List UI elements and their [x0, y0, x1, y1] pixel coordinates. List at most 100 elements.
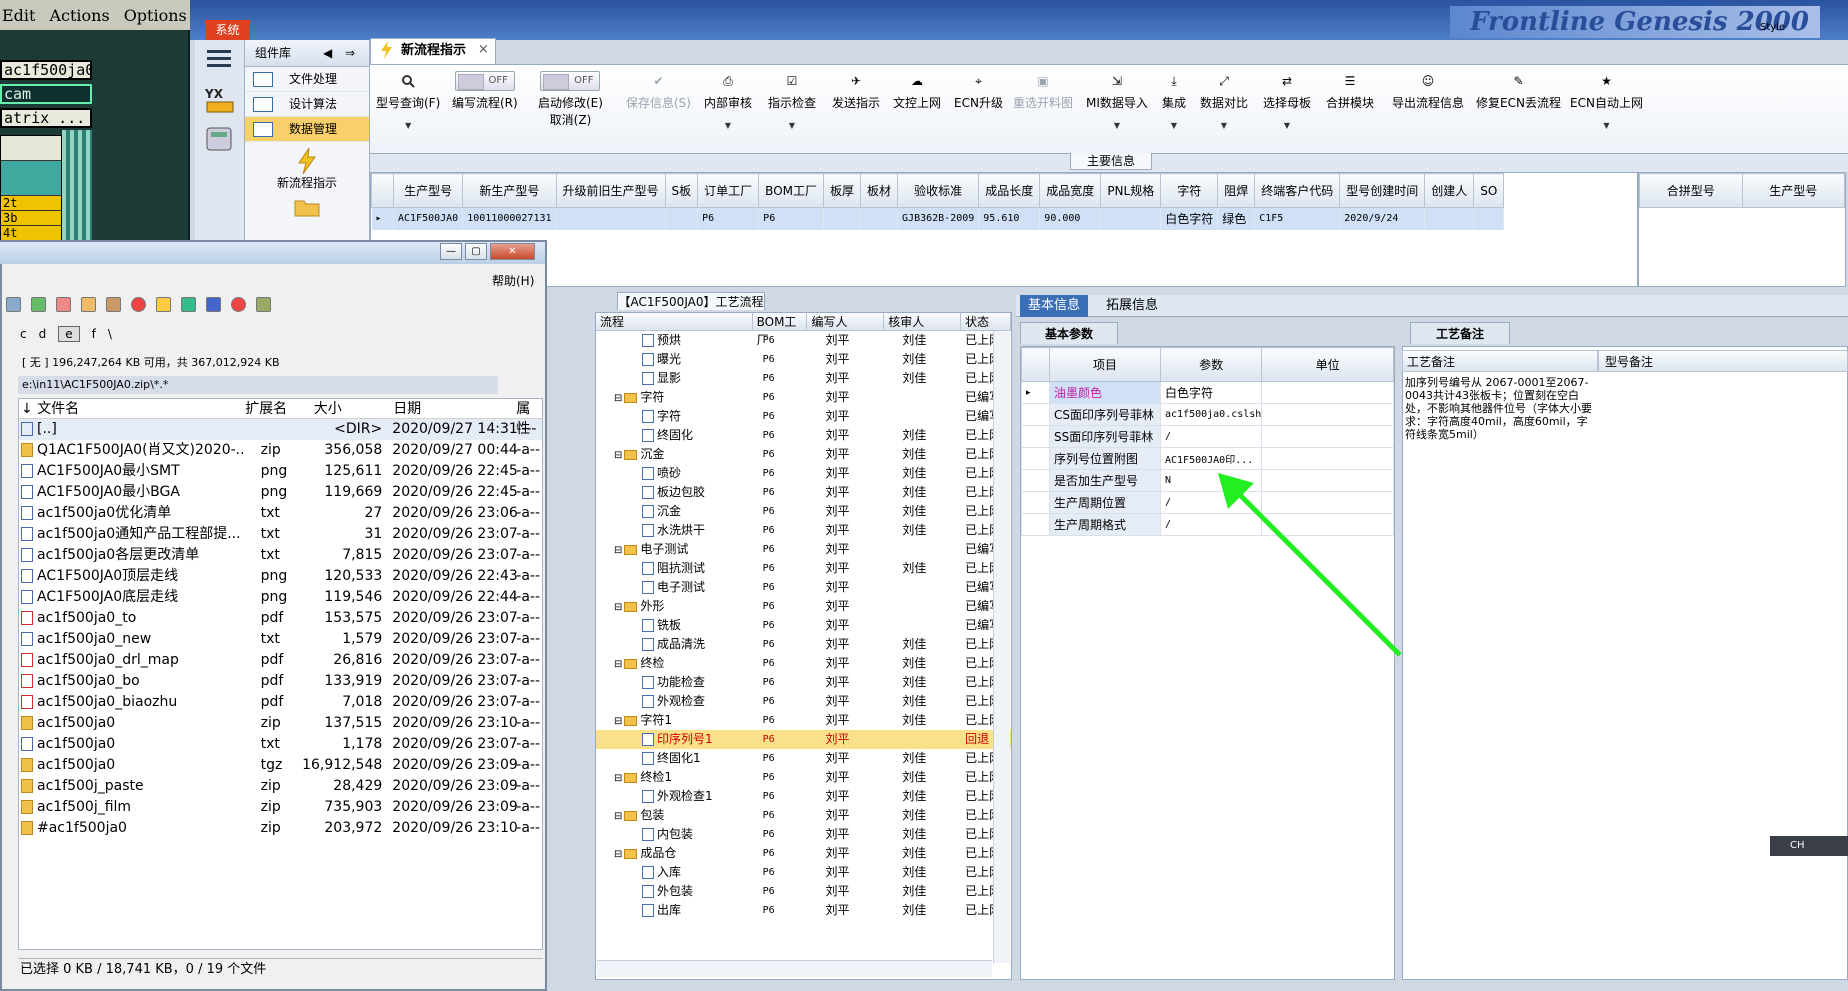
collapse-icon[interactable]: ⊟ — [614, 716, 622, 727]
tree-node[interactable]: 出库 — [596, 901, 753, 920]
drive-c-button[interactable]: c — [20, 327, 27, 341]
start-modify-toggle[interactable]: OFF 启动修改(E) 取消(Z) — [538, 71, 603, 128]
yx-tool-icon[interactable]: YX — [205, 86, 244, 114]
path-bar[interactable]: e:\in11\AC1F500JA0.zip\*.* — [18, 376, 498, 394]
tab-extended-info[interactable]: 拓展信息 — [1098, 295, 1166, 317]
tree-node[interactable]: ⊟ 包装 — [596, 806, 753, 825]
param-unit-cell[interactable] — [1261, 403, 1394, 426]
table-cell[interactable]: 90.000 — [1039, 207, 1102, 230]
table-cell[interactable] — [1100, 207, 1162, 230]
select-mother-board-button[interactable]: ⇄ 选择母板 ▼ — [1263, 71, 1311, 130]
shield-icon[interactable] — [206, 296, 221, 312]
help-menu[interactable]: 帮助(H) — [492, 272, 534, 289]
tree-row[interactable]: 铣板 P6 刘平 已编写 — [596, 616, 1011, 635]
tree-row[interactable]: 显影 P6 刘平 刘佳 已上网 — [596, 369, 1011, 388]
param-value-cell[interactable]: / — [1159, 425, 1263, 448]
table-cell[interactable]: GJB362B-2009 — [897, 207, 980, 230]
file-row[interactable]: ac1f500ja0 tgz 16,912,548 2020/09/26 23:09-… — [19, 755, 542, 776]
system-menu-tab[interactable]: 系统 — [205, 20, 250, 40]
nav-prev-icon[interactable]: ◀ — [323, 40, 332, 67]
column-header[interactable]: ↓ 文件名 — [19, 399, 243, 418]
column-header[interactable]: 流程 — [596, 313, 753, 330]
table-cell[interactable]: 10011000027131 — [462, 207, 557, 230]
tree-row[interactable]: ⊟ 沉金 P6 刘平 刘佳 已上网 — [596, 445, 1011, 464]
collapse-icon[interactable]: ⊟ — [614, 659, 622, 670]
block-icon[interactable] — [231, 296, 246, 312]
file-row[interactable]: AC1F500JA0顶层走线 png 120,533 2020/09/26 22:43… — [19, 566, 542, 587]
close-icon[interactable]: × — [478, 42, 489, 57]
tree-row[interactable]: ⊟ 包装 P6 刘平 刘佳 已上网 — [596, 806, 1011, 825]
column-header[interactable]: 验收标准 — [897, 173, 980, 208]
maximize-button[interactable]: ▢ — [465, 243, 487, 260]
tree-node[interactable]: 板边包胶 — [596, 483, 753, 502]
table-cell[interactable] — [1424, 207, 1475, 230]
collapse-icon[interactable]: ⊟ — [614, 393, 622, 404]
cam-job-field[interactable]: ac1f500ja0 — [0, 60, 92, 80]
tree-row[interactable]: 板边包胶 P6 刘平 刘佳 已上网 — [596, 483, 1011, 502]
column-header[interactable]: BOM工厂 — [753, 313, 808, 347]
collapse-icon[interactable]: ⊟ — [614, 773, 622, 784]
file-row[interactable]: ac1f500ja0_drl_map pdf 26,816 2020/09/26 23… — [19, 650, 542, 671]
row-selector[interactable] — [1021, 491, 1050, 514]
column-header[interactable]: 属性 — [512, 399, 542, 437]
column-header[interactable]: 成品宽度 — [1039, 173, 1102, 208]
drive-f-button[interactable]: f — [92, 327, 96, 341]
file-row[interactable]: ac1f500ja0 zip 137,515 2020/09/26 23:10 -a-- — [19, 713, 542, 734]
param-value-cell[interactable]: ac1f500ja0.cslsh — [1159, 403, 1263, 426]
tree-node[interactable]: ⊟ 成品仓 — [596, 844, 753, 863]
tree-row[interactable]: 外观检查1 P6 刘平 刘佳 已上网 — [596, 787, 1011, 806]
column-header[interactable]: 大小 — [298, 399, 383, 418]
nav-item-design-algorithm[interactable]: 设计算法 — [245, 92, 369, 117]
row-selector[interactable] — [1021, 425, 1050, 448]
ecn-auto-online-button[interactable]: ★ ECN自动上网 ▼ — [1570, 71, 1643, 130]
tree-row[interactable]: 功能检查 P6 刘平 刘佳 已上网 — [596, 673, 1011, 692]
tree-node[interactable]: 铣板 — [596, 616, 753, 635]
column-header[interactable]: 型号创建时间 — [1339, 173, 1426, 208]
table-cell[interactable]: 2020/9/24 — [1339, 207, 1426, 230]
pack-icon[interactable] — [81, 296, 96, 312]
table-cell[interactable] — [823, 207, 862, 230]
table-cell[interactable] — [556, 207, 666, 230]
tree-row[interactable]: 成品清洗 P6 刘平 刘佳 已上网 — [596, 635, 1011, 654]
tree-node[interactable]: ⊟ 终检 — [596, 654, 753, 673]
param-value-cell[interactable]: 白色字符 — [1159, 381, 1263, 404]
row-selector[interactable] — [1021, 469, 1050, 492]
row-selector[interactable] — [1021, 447, 1050, 470]
layer-item[interactable]: 2t — [1, 196, 61, 211]
tree-node[interactable]: ⊟ 终检1 — [596, 768, 753, 787]
tree-row[interactable]: 字符 P6 刘平 已编写 — [596, 407, 1011, 426]
tree-node[interactable]: 成品清洗 — [596, 635, 753, 654]
file-row[interactable]: [..] <DIR> 2020/09/27 14:31 ---- — [19, 419, 542, 440]
collapse-icon[interactable]: ⊟ — [614, 602, 622, 613]
style-menu[interactable]: Style — [1760, 22, 1785, 33]
model-query-button[interactable]: 型号查询(F) ▼ — [376, 71, 440, 130]
column-header[interactable]: 板厚 — [822, 173, 862, 208]
file-row[interactable]: #ac1f500ja0 zip 203,972 2020/09/26 23:10 -a-… — [19, 818, 542, 839]
param-row[interactable]: SS面印序列号菲林 / — [1021, 425, 1394, 448]
tree-node[interactable]: ⊟ 字符1 — [596, 711, 753, 730]
integrate-button[interactable]: ⤓ 集成 ▼ — [1162, 71, 1186, 131]
column-header[interactable]: 终端客户代码 — [1254, 173, 1341, 208]
tree-node[interactable]: 外观检查1 — [596, 787, 753, 806]
tree-node[interactable]: 喷砂 — [596, 464, 753, 483]
column-header[interactable]: 创建人 — [1424, 173, 1475, 208]
tree-row[interactable]: ⊟ 成品仓 P6 刘平 刘佳 已上网 — [596, 844, 1011, 863]
collapse-icon[interactable]: ⊟ — [614, 450, 622, 461]
table-cell[interactable] — [1473, 207, 1505, 230]
column-header[interactable]: 生产型号 — [392, 173, 464, 208]
tree-row[interactable]: 水洗烘干 P6 刘平 刘佳 已上网 — [596, 521, 1011, 540]
mi-import-button[interactable]: ⇲ MI数据导入 ▼ — [1086, 71, 1148, 130]
file-row[interactable]: ac1f500ja0优化清单 txt 27 2020/09/26 23:06 -a-- — [19, 503, 542, 524]
tree-node[interactable]: 阻抗测试 — [596, 559, 753, 578]
tree-row[interactable]: 终固化 P6 刘平 刘佳 已上网 — [596, 426, 1011, 445]
column-header[interactable]: 项目 — [1049, 347, 1161, 382]
thumbnail-icon[interactable] — [31, 296, 46, 312]
process-memo-text[interactable]: 加序列号编号从 2067-0001至2067-0043共计43张板卡；位置刻在空… — [1405, 376, 1593, 441]
file-row[interactable]: ac1f500ja0_to pdf 153,575 2020/09/26 23:07-… — [19, 608, 542, 629]
unpack-icon[interactable] — [106, 296, 121, 312]
table-cell[interactable]: 95.610 — [978, 207, 1041, 230]
ecn-upgrade-button[interactable]: ⌖ ECN升级 — [954, 71, 1003, 111]
tree-node[interactable]: ⊟ 外形 — [596, 597, 753, 616]
file-row[interactable]: ac1f500j_film zip 735,903 2020/09/26 23:09-… — [19, 797, 542, 818]
ime-indicator[interactable]: CH — [1770, 836, 1848, 856]
